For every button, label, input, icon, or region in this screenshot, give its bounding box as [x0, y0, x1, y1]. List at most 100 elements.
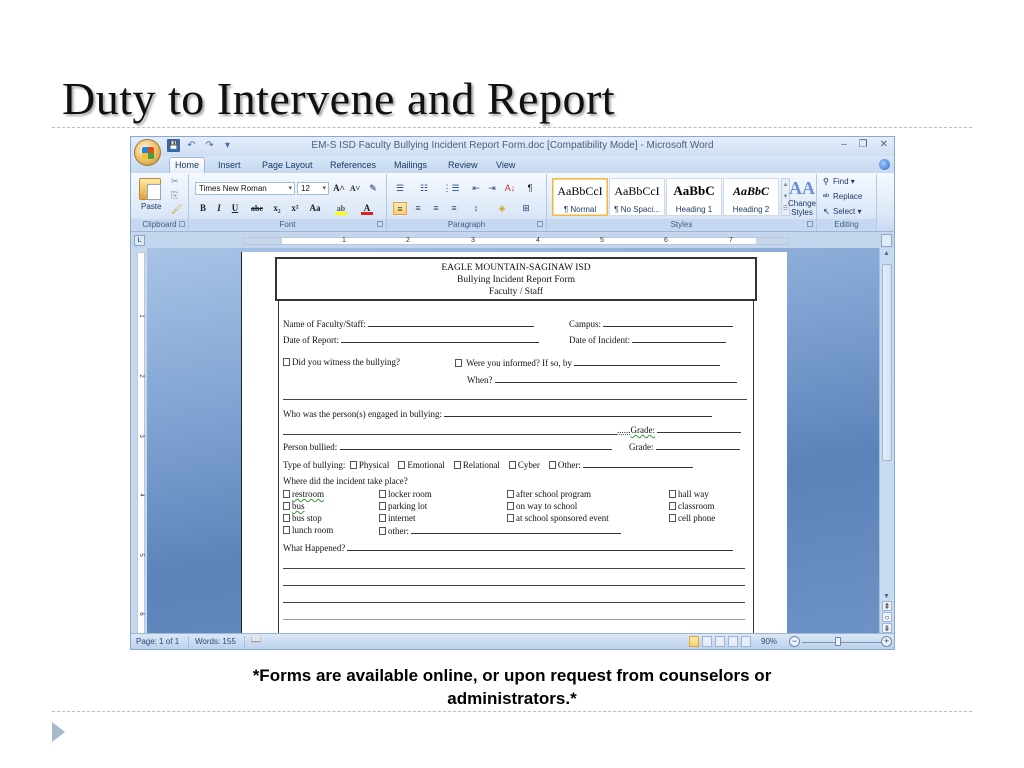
what-happened-field[interactable]: What Happened? [283, 542, 734, 553]
grade-blank[interactable] [657, 424, 742, 433]
word-count[interactable]: Words: 155 [195, 637, 236, 646]
dialog-launcher-icon[interactable] [179, 221, 185, 227]
shrink-font-button[interactable]: A˅ [349, 182, 361, 195]
location-option[interactable]: hall way [669, 489, 709, 499]
zoom-slider[interactable] [802, 642, 882, 643]
font-name-select[interactable]: Times New Roman ▾ [195, 182, 295, 195]
blank-line[interactable] [283, 568, 745, 569]
borders-icon[interactable]: ⊞ [519, 202, 533, 215]
checkbox[interactable] [379, 490, 386, 498]
checkbox[interactable] [283, 490, 290, 498]
witness-checkbox[interactable]: Did you witness the bullying? [283, 357, 400, 367]
location-option[interactable]: cell phone [669, 513, 715, 523]
copy-icon[interactable]: ⎘ [171, 190, 178, 201]
change-case-button[interactable]: Aa [309, 202, 321, 215]
location-option[interactable]: other: [379, 525, 622, 536]
zoom-level[interactable]: 90% [761, 637, 777, 646]
date-incident-blank[interactable] [632, 334, 727, 343]
draft-view-button[interactable] [741, 636, 751, 647]
checkbox[interactable] [283, 502, 290, 510]
document-area[interactable]: EAGLE MOUNTAIN-SAGINAW ISD Bullying Inci… [147, 248, 881, 634]
grow-font-button[interactable]: A˄ [333, 182, 345, 195]
tab-mailings[interactable]: Mailings [389, 158, 432, 172]
campus-blank[interactable] [603, 318, 734, 327]
who-field[interactable]: Who was the person(s) engaged in bullyin… [283, 408, 713, 419]
location-option[interactable]: classroom [669, 501, 715, 511]
zoom-in-button[interactable]: + [881, 636, 892, 647]
scroll-thumb[interactable] [882, 264, 892, 461]
date-incident-field[interactable]: Date of Incident: [569, 334, 727, 345]
checkbox[interactable] [379, 514, 386, 522]
numbering-icon[interactable]: ☷ [417, 182, 431, 195]
blank-line[interactable] [283, 434, 617, 435]
campus-field[interactable]: Campus: [569, 318, 734, 329]
sort-icon[interactable]: A↓ [503, 182, 517, 195]
checkbox[interactable] [349, 461, 357, 469]
zoom-slider-thumb[interactable] [834, 637, 841, 646]
outline-view-button[interactable] [728, 636, 738, 647]
informed-blank[interactable] [574, 357, 721, 366]
replace-button[interactable]: ᵃᵇ Replace [823, 192, 862, 201]
next-page-icon[interactable]: ⇟ [882, 623, 892, 633]
minimize-button[interactable]: – [841, 139, 847, 150]
checkbox[interactable] [548, 461, 556, 469]
location-option[interactable]: bus stop [283, 513, 322, 523]
tab-references[interactable]: References [325, 158, 381, 172]
location-option[interactable]: at school sponsored event [507, 513, 609, 523]
tab-review[interactable]: Review [443, 158, 483, 172]
what-happened-blank[interactable] [347, 542, 734, 551]
increase-indent-icon[interactable]: ⇥ [485, 182, 499, 195]
office-button[interactable] [134, 139, 161, 166]
location-option[interactable]: lunch room [283, 525, 333, 535]
tab-view[interactable]: View [491, 158, 520, 172]
align-left-icon[interactable]: ≡ [393, 202, 407, 215]
superscript-button[interactable]: x² [289, 202, 301, 215]
date-report-blank[interactable] [341, 334, 540, 343]
other-location-blank[interactable] [411, 525, 622, 534]
checkbox[interactable] [283, 526, 290, 534]
checkbox[interactable] [669, 490, 676, 498]
vertical-scrollbar[interactable]: ▲ ▼ ⇞ ○ ⇟ [879, 248, 894, 634]
tab-insert[interactable]: Insert [213, 158, 246, 172]
strikethrough-button[interactable]: abe [251, 202, 263, 215]
person-bullied-field[interactable]: Person bullied: [283, 441, 612, 452]
grade-field-2[interactable]: Grade: [629, 441, 740, 452]
checkbox[interactable] [507, 502, 514, 510]
checkbox[interactable] [283, 514, 290, 522]
vertical-ruler[interactable]: 1 2 3 4 5 6 [137, 252, 145, 634]
view-ruler-button[interactable] [881, 234, 892, 247]
help-icon[interactable] [879, 159, 890, 170]
who-blank[interactable] [444, 408, 713, 417]
cut-icon[interactable]: ✂ [171, 176, 179, 187]
blank-line[interactable] [283, 585, 745, 586]
decrease-indent-icon[interactable]: ⇤ [469, 182, 483, 195]
clear-formatting-button[interactable]: ✎ [367, 182, 379, 195]
location-option[interactable]: restroom [283, 489, 324, 499]
checkbox[interactable] [453, 461, 461, 469]
dialog-launcher-icon[interactable] [537, 221, 543, 227]
subscript-button[interactable]: x₂ [271, 202, 283, 215]
checkbox[interactable] [379, 527, 386, 535]
blank-line[interactable] [283, 619, 745, 620]
bold-button[interactable]: B [197, 202, 209, 215]
dialog-launcher-icon[interactable] [377, 221, 383, 227]
scroll-down-icon[interactable]: ▼ [883, 593, 890, 600]
when-blank[interactable] [494, 374, 737, 383]
restore-button[interactable]: ❐ [859, 139, 868, 150]
style-normal[interactable]: AaBbCcI ¶ Normal [552, 178, 608, 216]
center-icon[interactable]: ≡ [411, 202, 425, 215]
checkbox[interactable] [669, 502, 676, 510]
document-page[interactable]: EAGLE MOUNTAIN-SAGINAW ISD Bullying Inci… [241, 252, 787, 634]
location-option[interactable]: on way to school [507, 501, 577, 511]
scroll-up-icon[interactable]: ▲ [883, 250, 890, 257]
location-option[interactable]: parking lot [379, 501, 427, 511]
location-option[interactable]: after school program [507, 489, 591, 499]
bullets-icon[interactable]: ☰ [393, 182, 407, 195]
other-type-blank[interactable] [583, 459, 694, 468]
checkbox[interactable] [379, 502, 386, 510]
multilevel-list-icon[interactable]: ⋮☰ [441, 182, 461, 195]
proofing-icon[interactable]: 📖 [251, 635, 261, 644]
checkbox[interactable] [455, 359, 462, 367]
style-no-spacing[interactable]: AaBbCcI ¶ No Spaci... [609, 178, 665, 216]
shading-icon[interactable]: ◈ [495, 202, 509, 215]
